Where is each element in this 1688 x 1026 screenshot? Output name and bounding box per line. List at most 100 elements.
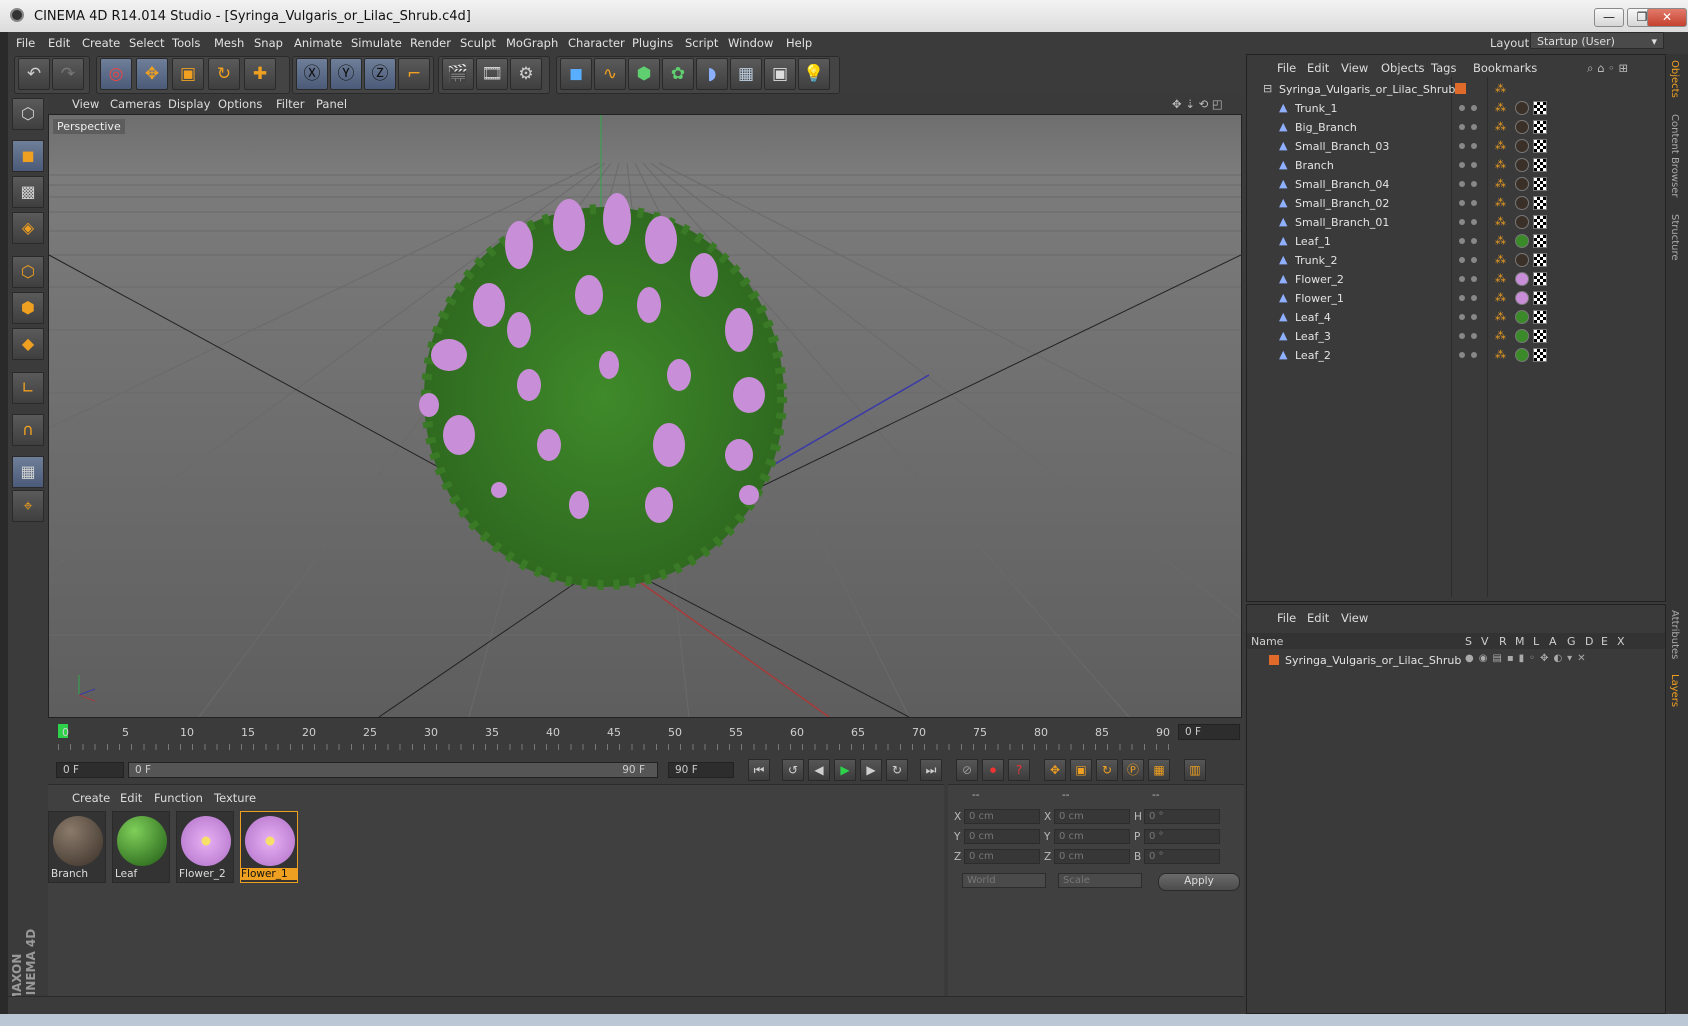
next-key-icon[interactable]: ↻	[886, 759, 908, 781]
key-position-icon[interactable]: ✥	[1044, 759, 1066, 781]
menu-tools[interactable]: Tools	[172, 36, 200, 50]
size-x-field[interactable]: 0 cm	[1054, 809, 1130, 824]
rotation-h-field[interactable]: 0 °	[1144, 809, 1220, 824]
mat-menu-texture[interactable]: Texture	[214, 791, 256, 805]
menu-character[interactable]: Character	[568, 36, 625, 50]
frame-range-slider[interactable]: 0 F 90 F	[128, 762, 658, 778]
position-x-field[interactable]: 0 cm	[964, 809, 1040, 824]
workplane-lock-icon[interactable]: ▦	[12, 456, 44, 488]
render-dot[interactable]	[1471, 238, 1477, 244]
object-row[interactable]: ▲ Trunk_1 ⁂	[1247, 99, 1665, 118]
scale-select[interactable]: Scale	[1058, 873, 1142, 888]
material-tag-icon[interactable]	[1515, 177, 1529, 191]
vp-menu-options[interactable]: Options	[218, 97, 262, 111]
viewport-perspective[interactable]: Perspective	[48, 114, 1242, 718]
texture-tag-icon[interactable]	[1533, 253, 1547, 267]
material-flower-1[interactable]: Flower_1	[240, 811, 298, 883]
render-dot[interactable]	[1471, 295, 1477, 301]
visibility-dot[interactable]	[1459, 200, 1465, 206]
menu-plugins[interactable]: Plugins	[632, 36, 673, 50]
menu-help[interactable]: Help	[786, 36, 812, 50]
layer-menu-view[interactable]: View	[1341, 611, 1368, 625]
texture-tag-icon[interactable]	[1533, 101, 1547, 115]
menu-mograph[interactable]: MoGraph	[506, 36, 558, 50]
rotate-icon[interactable]: ↻	[208, 58, 240, 90]
model-mode-icon[interactable]: ◼	[12, 140, 44, 172]
visibility-dot[interactable]	[1459, 181, 1465, 187]
menu-animate[interactable]: Animate	[294, 36, 342, 50]
mat-menu-function[interactable]: Function	[154, 791, 203, 805]
position-z-field[interactable]: 0 cm	[964, 849, 1040, 864]
texture-tag-icon[interactable]	[1533, 291, 1547, 305]
render-dot[interactable]	[1471, 219, 1477, 225]
object-row[interactable]: ▲ Leaf_4 ⁂	[1247, 308, 1665, 327]
material-branch[interactable]: Branch	[48, 811, 106, 883]
material-tag-icon[interactable]	[1515, 310, 1529, 324]
material-tag-icon[interactable]	[1515, 158, 1529, 172]
timeline-window-icon[interactable]: ▥	[1184, 759, 1206, 781]
object-row[interactable]: ▲ Leaf_2 ⁂	[1247, 346, 1665, 365]
layer-row[interactable]: Syringa_Vulgaris_or_Lilac_Shrub ●◉▤▪▮◦✥◐…	[1247, 651, 1665, 670]
minimize-button[interactable]: —	[1594, 8, 1624, 27]
x-axis-icon[interactable]: Ⓧ	[296, 58, 328, 90]
camera-icon[interactable]: ▣	[764, 58, 796, 90]
visibility-dot[interactable]	[1459, 143, 1465, 149]
render-dot[interactable]	[1471, 105, 1477, 111]
material-tag-icon[interactable]	[1515, 196, 1529, 210]
visibility-dot[interactable]	[1459, 124, 1465, 130]
object-row[interactable]: ▲ Small_Branch_03 ⁂	[1247, 137, 1665, 156]
object-row[interactable]: ▲ Small_Branch_02 ⁂	[1247, 194, 1665, 213]
close-button[interactable]: ✕	[1647, 8, 1687, 27]
coordinate-system-icon[interactable]: ⌐	[398, 58, 430, 90]
search-icon[interactable]: ⌕ ⌂ ◦ ⊞	[1587, 61, 1628, 76]
vp-menu-filter[interactable]: Filter	[276, 97, 304, 111]
menu-edit[interactable]: Edit	[48, 36, 70, 50]
menu-snap[interactable]: Snap	[254, 36, 283, 50]
mat-menu-edit[interactable]: Edit	[120, 791, 142, 805]
obj-menu-objects[interactable]: Objects	[1381, 61, 1424, 75]
planar-workplane-icon[interactable]: ⌖	[12, 490, 44, 522]
object-row[interactable]: ▲ Big_Branch ⁂	[1247, 118, 1665, 137]
render-picture-viewer-icon[interactable]: 🎞	[476, 58, 508, 90]
light-icon[interactable]: 💡	[798, 58, 830, 90]
axis-mode-icon[interactable]: ∟	[12, 372, 44, 404]
render-dot[interactable]	[1471, 257, 1477, 263]
material-tag-icon[interactable]	[1515, 329, 1529, 343]
previous-frame-icon[interactable]: ◀	[808, 759, 830, 781]
tab-objects[interactable]: Objects	[1669, 60, 1680, 98]
key-rotation-icon[interactable]: ↻	[1096, 759, 1118, 781]
menu-script[interactable]: Script	[685, 36, 718, 50]
mat-menu-create[interactable]: Create	[72, 791, 110, 805]
vp-menu-panel[interactable]: Panel	[316, 97, 347, 111]
menu-select[interactable]: Select	[129, 36, 164, 50]
render-dot[interactable]	[1471, 276, 1477, 282]
polygons-mode-icon[interactable]: ◆	[12, 328, 44, 360]
menu-render[interactable]: Render	[410, 36, 451, 50]
texture-tag-icon[interactable]	[1533, 234, 1547, 248]
key-pla-icon[interactable]: ▦	[1148, 759, 1170, 781]
layer-menu-edit[interactable]: Edit	[1307, 611, 1329, 625]
timeline[interactable]: 0 5 10 15 20 25 30 35 40 45 50 55 60 65 …	[48, 718, 1244, 758]
texture-tag-icon[interactable]	[1533, 158, 1547, 172]
cube-icon[interactable]: ◼	[560, 58, 592, 90]
previous-key-icon[interactable]: ↺	[782, 759, 804, 781]
render-dot[interactable]	[1471, 352, 1477, 358]
visibility-dot[interactable]	[1459, 219, 1465, 225]
material-tag-icon[interactable]	[1515, 272, 1529, 286]
object-row[interactable]: ▲ Small_Branch_04 ⁂	[1247, 175, 1665, 194]
key-scale-icon[interactable]: ▣	[1070, 759, 1092, 781]
next-frame-icon[interactable]: ▶	[860, 759, 882, 781]
material-flower-2[interactable]: Flower_2	[176, 811, 234, 883]
visibility-dot[interactable]	[1459, 295, 1465, 301]
object-row[interactable]: ▲ Leaf_1 ⁂	[1247, 232, 1665, 251]
material-tag-icon[interactable]	[1515, 120, 1529, 134]
start-frame-field[interactable]: 0 F	[56, 762, 124, 778]
material-tag-icon[interactable]	[1515, 234, 1529, 248]
render-dot[interactable]	[1471, 200, 1477, 206]
go-to-start-icon[interactable]: ⏮	[748, 759, 770, 781]
keyframe-selection-icon[interactable]: ?	[1008, 759, 1030, 781]
visibility-dot[interactable]	[1459, 276, 1465, 282]
menu-window[interactable]: Window	[728, 36, 773, 50]
texture-tag-icon[interactable]	[1533, 310, 1547, 324]
texture-tag-icon[interactable]	[1533, 177, 1547, 191]
